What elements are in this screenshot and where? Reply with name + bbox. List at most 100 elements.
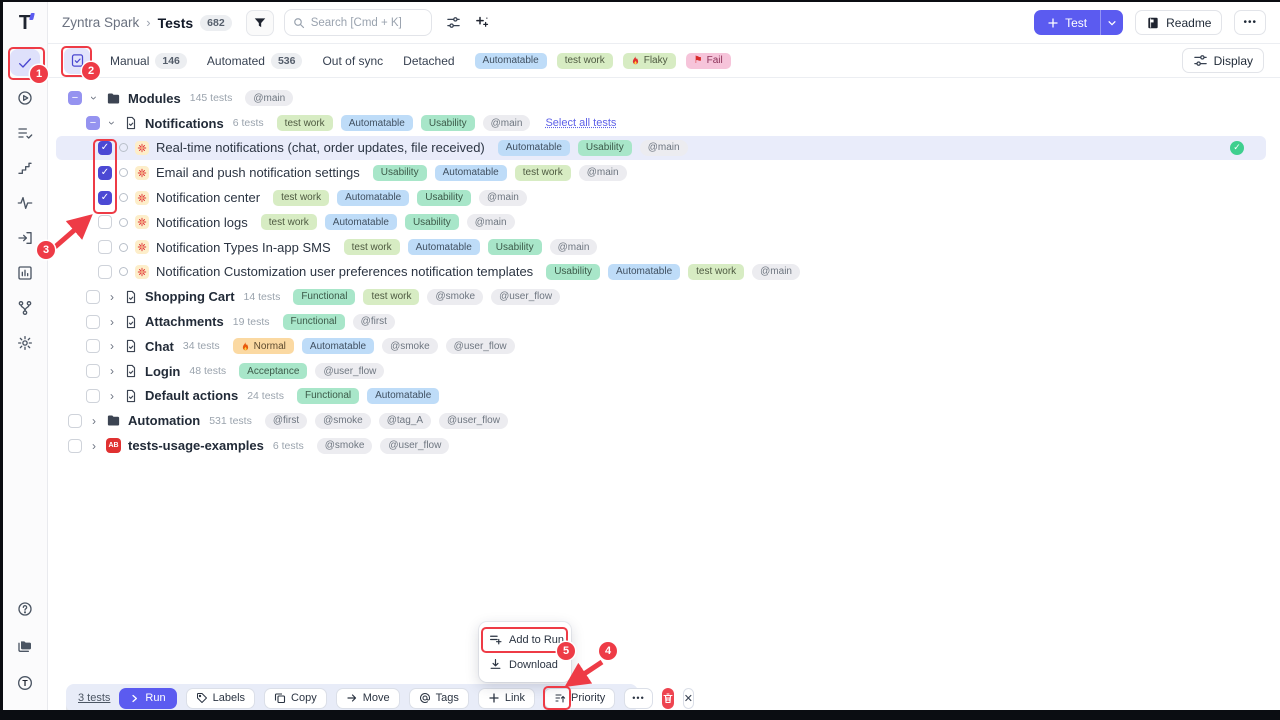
filter-detached[interactable]: Detached	[403, 54, 454, 68]
filter-funnel-button[interactable]	[246, 10, 274, 36]
chip-test-work[interactable]: test work	[363, 289, 419, 305]
copy-button[interactable]: Copy	[264, 688, 327, 709]
chip--main[interactable]: @main	[640, 140, 688, 156]
chip--user_flow[interactable]: @user_flow	[439, 413, 508, 429]
chip-test-work[interactable]: test work	[273, 190, 329, 206]
chip-normal[interactable]: Normal	[233, 338, 294, 354]
row-title[interactable]: Notification Types In-app SMS	[156, 240, 331, 255]
chip-automatable[interactable]: Automatable	[337, 190, 409, 206]
row-checkbox[interactable]: ✓	[98, 166, 112, 180]
suite-row[interactable]: ›Automation531 tests@first@smoke@tag_A@u…	[48, 408, 1280, 433]
sidebar-item-account[interactable]: T	[10, 669, 40, 696]
chevron-right-icon[interactable]: ›	[107, 389, 117, 403]
chip-test-work[interactable]: test work	[557, 53, 613, 69]
chip-test-work[interactable]: test work	[277, 115, 333, 131]
menu-item-add-to-run[interactable]: Add to Run	[479, 627, 571, 652]
suite-row[interactable]: ›Login48 testsAcceptance@user_flow	[48, 359, 1280, 384]
sidebar-item-requirements[interactable]	[10, 224, 40, 251]
chip--main[interactable]: @main	[467, 214, 515, 230]
suite-row[interactable]: ›Shopping Cart14 testsFunctionaltest wor…	[48, 284, 1280, 309]
chip-usability[interactable]: Usability	[421, 115, 475, 131]
chip--smoke[interactable]: @smoke	[427, 289, 483, 305]
chip-test-work[interactable]: test work	[261, 214, 317, 230]
chevron-right-icon[interactable]: ›	[107, 290, 117, 304]
suite-row[interactable]: ›Attachments19 testsFunctional@first	[48, 309, 1280, 334]
row-checkbox[interactable]	[86, 364, 100, 378]
run-button[interactable]: Run	[119, 688, 176, 709]
bulk-more-button[interactable]: •••	[624, 688, 652, 709]
close-selection-button[interactable]: ✕	[683, 688, 694, 709]
row-checkbox[interactable]	[98, 215, 112, 229]
bulk-select-mode-button[interactable]	[64, 48, 90, 74]
row-checkbox[interactable]	[68, 414, 82, 428]
suite-row[interactable]: ›Default actions24 testsFunctionalAutoma…	[48, 384, 1280, 409]
chip--main[interactable]: @main	[550, 239, 598, 255]
row-title[interactable]: Notification logs	[156, 215, 248, 230]
readme-button[interactable]: Readme	[1135, 10, 1222, 35]
test-row[interactable]: Notification Types In-app SMS test work Au…	[48, 235, 1280, 260]
sidebar-item-milestones[interactable]	[10, 154, 40, 181]
chip-test-work[interactable]: test work	[344, 239, 400, 255]
suite-row[interactable]: ›ABtests-usage-examples6 tests@smoke@use…	[48, 433, 1280, 458]
view-settings-button[interactable]	[446, 15, 461, 30]
row-checkbox[interactable]	[86, 315, 100, 329]
chip-usability[interactable]: Usability	[373, 165, 427, 181]
sidebar-item-defects[interactable]	[10, 189, 40, 216]
row-title[interactable]: Default actions	[145, 388, 238, 403]
row-title[interactable]: Modules	[128, 91, 181, 106]
chip-acceptance[interactable]: Acceptance	[239, 363, 307, 379]
chip--main[interactable]: @main	[752, 264, 800, 280]
chevron-right-icon[interactable]: ›	[89, 414, 99, 428]
app-logo[interactable]: T	[19, 12, 31, 35]
row-title[interactable]: Real-time notifications (chat, order upd…	[156, 140, 485, 155]
chip-test-work[interactable]: test work	[515, 165, 571, 181]
move-button[interactable]: Move	[336, 688, 400, 709]
row-title[interactable]: Notification Customization user preferen…	[156, 264, 533, 279]
chip-flaky[interactable]: Flaky	[623, 53, 676, 69]
chip--smoke[interactable]: @smoke	[315, 413, 371, 429]
search-input[interactable]	[311, 17, 423, 29]
chip--user_flow[interactable]: @user_flow	[491, 289, 560, 305]
row-title[interactable]: Notifications	[145, 116, 224, 131]
priority-button[interactable]: Priority	[544, 688, 615, 709]
chevron-right-icon[interactable]: ›	[107, 339, 117, 353]
chip-automatable[interactable]: Automatable	[408, 239, 480, 255]
row-checkbox[interactable]: ✓	[98, 141, 112, 155]
suite-row[interactable]: −›Modules145 tests@main	[48, 86, 1280, 111]
filter-out-of-sync[interactable]: Out of sync	[322, 54, 383, 68]
chip--main[interactable]: @main	[579, 165, 627, 181]
row-title[interactable]: Login	[145, 364, 180, 379]
sidebar-item-traceability[interactable]	[10, 294, 40, 321]
chip--user_flow[interactable]: @user_flow	[315, 363, 384, 379]
row-title[interactable]: tests-usage-examples	[128, 438, 264, 453]
chevron-right-icon[interactable]: ›	[89, 439, 99, 453]
breadcrumb-section[interactable]: Tests	[158, 15, 194, 31]
chip--main[interactable]: @main	[245, 90, 293, 106]
row-title[interactable]: Chat	[145, 339, 174, 354]
row-checkbox[interactable]	[68, 439, 82, 453]
chevron-down-icon[interactable]: ›	[87, 93, 101, 103]
display-button[interactable]: Display	[1182, 48, 1264, 73]
sidebar-item-settings[interactable]	[10, 329, 40, 356]
chip-functional[interactable]: Functional	[293, 289, 355, 305]
row-title[interactable]: Automation	[128, 413, 200, 428]
sidebar-item-tests[interactable]	[10, 49, 40, 76]
chip-usability[interactable]: Usability	[488, 239, 542, 255]
chip-functional[interactable]: Functional	[297, 388, 359, 404]
select-all-tests-link[interactable]: Select all tests	[545, 117, 616, 129]
chip--user_flow[interactable]: @user_flow	[380, 438, 449, 454]
chevron-down-icon[interactable]: ›	[105, 118, 119, 128]
chip--smoke[interactable]: @smoke	[317, 438, 373, 454]
row-checkbox[interactable]	[86, 290, 100, 304]
chip-usability[interactable]: Usability	[405, 214, 459, 230]
chip-automatable[interactable]: Automatable	[435, 165, 507, 181]
chevron-right-icon[interactable]: ›	[107, 364, 117, 378]
chip-automatable[interactable]: Automatable	[302, 338, 374, 354]
filter-automated[interactable]: Automated536	[207, 53, 303, 69]
chip-usability[interactable]: Usability	[417, 190, 471, 206]
row-title[interactable]: Attachments	[145, 314, 224, 329]
row-checkbox[interactable]: ✓	[98, 191, 112, 205]
sidebar-item-runs[interactable]	[10, 84, 40, 111]
labels-button[interactable]: Labels	[186, 688, 255, 709]
create-test-dropdown[interactable]	[1100, 10, 1123, 35]
